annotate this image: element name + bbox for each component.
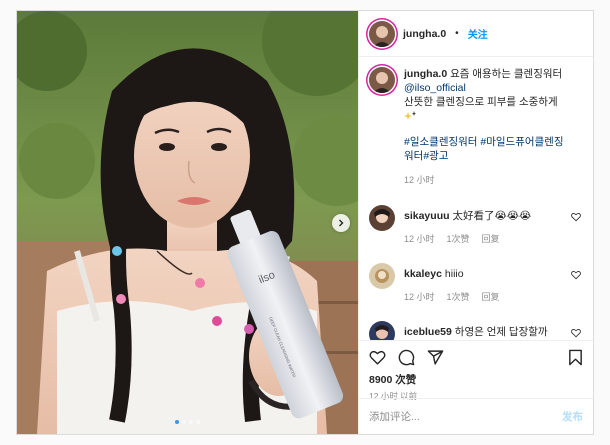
caption-mention-link[interactable]: @ilso_official <box>404 81 564 95</box>
comment-like-heart-icon[interactable] <box>571 212 581 222</box>
comment-time: 12 小时 <box>404 292 435 302</box>
comment-item: sikayuuu 太好看了😭😭😭 12 小时 1次赞 回复 <box>369 205 583 245</box>
caption-body: jungha.0 요즘 애용하는 클렌징워터 @ilso_official 산뜻… <box>404 67 564 187</box>
caption-author-avatar[interactable] <box>369 67 395 93</box>
commenter-username[interactable]: sikayuuu <box>404 210 450 222</box>
comment-text: hiiio <box>444 268 464 280</box>
next-photo-button[interactable] <box>332 214 350 232</box>
post-photo[interactable]: ilso DEEP CLEAN CLEANSING WATER <box>17 11 358 434</box>
caption-username[interactable]: jungha.0 <box>404 68 447 80</box>
commenter-avatar[interactable] <box>369 263 395 289</box>
carousel-indicator <box>17 420 358 424</box>
instagram-post: ilso DEEP CLEAN CLEANSING WATER jungha.0… <box>16 10 594 435</box>
share-icon[interactable] <box>427 349 444 366</box>
comment-meta: 12 小时 1次赞 回复 <box>404 290 500 303</box>
comment-reply-button[interactable]: 回复 <box>482 232 500 245</box>
carousel-dot <box>189 420 193 424</box>
header-separator: • <box>455 28 459 39</box>
comment-text-row: sikayuuu 太好看了😭😭😭 <box>404 205 531 223</box>
comment-like-count[interactable]: 1次赞 <box>447 232 470 245</box>
comment-item: kkaleyc hiiio 12 小时 1次赞 回复 <box>369 263 583 303</box>
post-details-panel: jungha.0 • 关注 jungha.0 요즘 애용하는 클렌징워터 @il… <box>358 11 593 434</box>
comment-icon[interactable] <box>398 349 415 366</box>
comment-text-row: kkaleyc hiiio <box>404 263 500 281</box>
like-count[interactable]: 8900 次赞 <box>369 372 583 387</box>
bookmark-icon[interactable] <box>568 349 583 366</box>
comment-like-count[interactable]: 1次赞 <box>447 290 470 303</box>
commenter-avatar[interactable] <box>369 205 395 231</box>
author-avatar[interactable] <box>369 20 395 47</box>
post-comment-button[interactable]: 发布 <box>562 409 583 424</box>
add-comment-bar: 发布 <box>359 398 593 434</box>
sparkle-emoji-icon <box>404 111 416 121</box>
heart-icon[interactable] <box>369 349 386 366</box>
hashtags-line1[interactable]: #일소클렌징워터 #마일드퓨어클렌징 <box>404 135 564 149</box>
comment-item: iceblue59 하영은 언제 답장할까 <box>369 321 583 340</box>
carousel-dot <box>196 420 200 424</box>
chevron-right-icon <box>339 219 344 227</box>
comment-time: 12 小时 <box>404 234 435 244</box>
post-caption: jungha.0 요즘 애용하는 클렌징워터 @ilso_official 산뜻… <box>369 67 583 187</box>
comment-meta: 12 小时 1次赞 回复 <box>404 232 531 245</box>
caption-hashtags[interactable]: #일소클렌징워터 #마일드퓨어클렌징 워터#광고 <box>404 135 564 163</box>
caption-timestamp: 12 小时 <box>404 175 435 185</box>
hashtags-line2[interactable]: 워터#광고 <box>404 149 564 163</box>
comment-like-heart-icon[interactable] <box>571 328 581 338</box>
carousel-dot <box>182 420 186 424</box>
comment-reply-button[interactable]: 回复 <box>482 290 500 303</box>
photo-illustration: ilso DEEP CLEAN CLEANSING WATER <box>17 11 358 434</box>
comment-text: 太好看了😭😭😭 <box>452 210 532 222</box>
comment-like-heart-icon[interactable] <box>571 270 581 280</box>
comment-text: 하영은 언제 답장할까 <box>454 326 548 338</box>
commenter-username[interactable]: kkaleyc <box>404 268 442 280</box>
caption-line2: 산뜻한 클렌징으로 피부를 소중하게 <box>404 96 558 108</box>
action-icons <box>369 349 583 366</box>
carousel-dot <box>175 420 179 424</box>
post-header: jungha.0 • 关注 <box>359 11 593 57</box>
commenter-avatar[interactable] <box>369 321 395 340</box>
comment-text-row: iceblue59 하영은 언제 답장할까 <box>404 321 548 339</box>
follow-button[interactable]: 关注 <box>468 26 488 41</box>
author-username[interactable]: jungha.0 <box>403 28 446 40</box>
post-actions: 8900 次赞 12 小时 以前 <box>359 340 593 401</box>
comments-section[interactable]: jungha.0 요즘 애용하는 클렌징워터 @ilso_official 산뜻… <box>359 57 593 340</box>
commenter-username[interactable]: iceblue59 <box>404 326 452 338</box>
caption-line1: 요즘 애용하는 클렌징워터 <box>450 68 563 80</box>
comment-input[interactable] <box>369 410 562 423</box>
